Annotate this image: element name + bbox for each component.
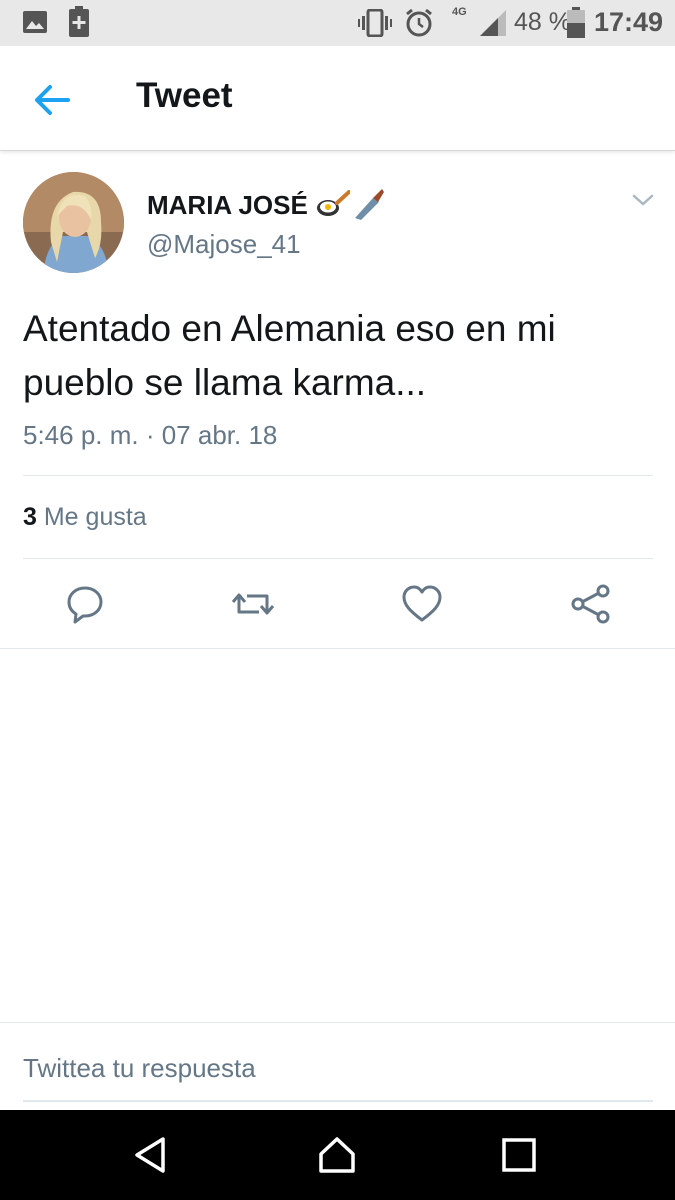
battery-percent: 48 % xyxy=(514,8,571,36)
tweet-text: Atentado en Alemania eso en mi pueblo se… xyxy=(23,308,556,403)
app-bar: Tweet xyxy=(0,46,675,151)
retweet-button[interactable] xyxy=(231,582,275,626)
share-button[interactable] xyxy=(569,582,613,626)
nav-home-icon xyxy=(319,1137,355,1173)
nav-back-icon xyxy=(135,1137,165,1173)
clock: 17:49 xyxy=(594,7,664,37)
tweet-timestamp: 5:46 p. m. · 07 abr. 18 xyxy=(23,420,278,450)
system-nav-bar xyxy=(0,1110,675,1200)
likes-count: 3 xyxy=(23,503,37,531)
image-icon xyxy=(22,9,48,40)
nav-recents-icon xyxy=(502,1138,536,1172)
divider xyxy=(23,475,653,476)
likes-label: Me gusta xyxy=(43,503,147,531)
nav-recents-button[interactable] xyxy=(499,1135,539,1175)
like-button[interactable] xyxy=(400,582,444,626)
author-name[interactable]: MARIA JOSÉ xyxy=(147,190,308,221)
divider xyxy=(0,648,675,649)
like-icon xyxy=(402,585,442,622)
author-handle[interactable]: @Majose_41 xyxy=(147,229,301,260)
nav-home-button[interactable] xyxy=(317,1135,357,1175)
nav-back-button[interactable] xyxy=(131,1135,171,1175)
reply-button[interactable] xyxy=(63,582,107,626)
alarm-icon xyxy=(404,8,434,43)
divider xyxy=(0,1022,675,1023)
tweet-options-button[interactable] xyxy=(630,190,656,215)
signal-icon xyxy=(478,8,508,43)
share-icon xyxy=(571,584,610,624)
status-bar: 4G 48 % 17:49 xyxy=(0,0,675,46)
likes-summary[interactable]: 3 Me gusta xyxy=(23,503,147,532)
page-title: Tweet xyxy=(136,76,233,115)
battery-saver-icon xyxy=(68,6,90,43)
reply-input[interactable]: Twittea tu respuesta xyxy=(23,1050,653,1102)
kitchen-knife-emoji xyxy=(351,186,385,227)
reply-placeholder: Twittea tu respuesta xyxy=(23,1053,256,1083)
battery-icon xyxy=(566,7,586,44)
network-type: 4G xyxy=(452,6,467,18)
frying-pan-emoji xyxy=(316,188,351,225)
chevron-down-icon xyxy=(632,194,654,206)
arrow-left-icon xyxy=(35,85,70,115)
divider xyxy=(23,558,653,559)
back-button[interactable] xyxy=(28,76,84,124)
reply-icon xyxy=(67,586,103,624)
avatar[interactable] xyxy=(23,172,124,273)
retweet-icon xyxy=(231,593,275,615)
vibrate-icon xyxy=(358,8,392,42)
